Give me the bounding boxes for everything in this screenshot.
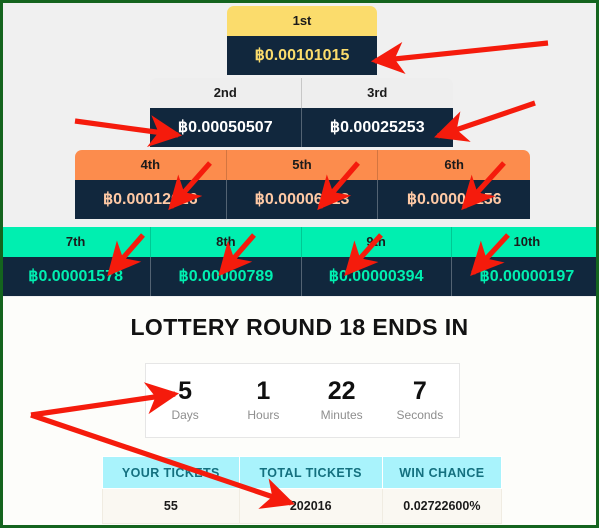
prize-amount-5th: ฿0.00006313 bbox=[226, 180, 379, 219]
prize-value-cell-7th[interactable]: ฿0.00001578 bbox=[3, 257, 152, 296]
round-title: LOTTERY ROUND 18 ENDS IN bbox=[130, 314, 469, 340]
prize-cell-2nd[interactable]: 2nd bbox=[150, 78, 302, 108]
prize-place-label: 6th bbox=[444, 157, 464, 172]
lottery-page: 1st ฿0.00101015 2nd 3rd ฿0.00050507 ฿0.0… bbox=[0, 0, 599, 528]
prize-amount-2nd: ฿0.00050507 bbox=[150, 108, 302, 147]
prize-tier-4-values: ฿0.00001578 ฿0.00000789 ฿0.00000394 ฿0.0… bbox=[3, 257, 596, 296]
cell-win-chance: 0.02722600% bbox=[381, 488, 503, 524]
prize-tier-3: 4th 5th 6th ฿0.00012626 ฿0.00006313 ฿0.0… bbox=[75, 150, 531, 219]
prize-value-cell-9th[interactable]: ฿0.00000394 bbox=[301, 257, 452, 296]
countdown-label-days: Days bbox=[171, 408, 199, 422]
prize-cell-8th[interactable]: 8th bbox=[151, 227, 302, 257]
countdown-label-seconds: Seconds bbox=[396, 408, 444, 422]
countdown-value-minutes: 22 bbox=[327, 377, 356, 405]
table-header-row: YOUR TICKETS TOTAL TICKETS WIN CHANCE bbox=[102, 456, 503, 489]
prize-cell-7th[interactable]: 7th bbox=[3, 227, 152, 257]
prize-value-cell-8th[interactable]: ฿0.00000789 bbox=[151, 257, 302, 296]
prize-amount-6th: ฿0.00003156 bbox=[378, 180, 531, 219]
prize-place-label: 4th bbox=[75, 150, 227, 180]
tickets-table: YOUR TICKETS TOTAL TICKETS WIN CHANCE 55… bbox=[102, 456, 503, 524]
countdown-label-minutes: Minutes bbox=[320, 408, 363, 422]
prize-value-cell-6th[interactable]: ฿0.00003156 bbox=[378, 180, 531, 219]
countdown-value-days: 5 bbox=[178, 377, 193, 405]
prize-tier-2: 2nd 3rd ฿0.00050507 ฿0.00025253 bbox=[150, 78, 453, 147]
prize-amount-4th: ฿0.00012626 bbox=[75, 180, 227, 219]
prize-place-label: 1st bbox=[292, 13, 312, 28]
header-your-tickets: YOUR TICKETS bbox=[102, 456, 240, 489]
table-row: 55 202016 0.02722600% bbox=[102, 488, 503, 524]
prize-tier-1: 1st ฿0.00101015 bbox=[227, 6, 377, 75]
prize-place-label: 9th bbox=[302, 227, 452, 257]
prize-value-cell-2nd[interactable]: ฿0.00050507 bbox=[150, 108, 302, 147]
countdown-timer: 5 Days 1 Hours 22 Minutes 7 Seconds bbox=[145, 363, 460, 438]
prize-tier-3-headers: 4th 5th 6th bbox=[75, 150, 530, 180]
prize-amount-8th: ฿0.00000789 bbox=[151, 257, 302, 296]
prize-tier-3-values: ฿0.00012626 ฿0.00006313 ฿0.00003156 bbox=[75, 180, 531, 219]
prize-tier-1-values: ฿0.00101015 bbox=[227, 36, 377, 75]
prize-value-cell-10th[interactable]: ฿0.00000197 bbox=[451, 257, 596, 296]
countdown-unit-minutes: 22 Minutes bbox=[303, 376, 381, 425]
prize-cell-10th[interactable]: 10th bbox=[452, 227, 596, 257]
prize-value-cell-1st[interactable]: ฿0.00101015 bbox=[227, 36, 377, 75]
prize-amount-7th: ฿0.00001578 bbox=[3, 257, 152, 296]
countdown-value-seconds: 7 bbox=[412, 377, 427, 405]
countdown-unit-hours: 1 Hours bbox=[224, 376, 302, 425]
countdown-unit-days: 5 Days bbox=[146, 376, 224, 425]
prize-cell-5th[interactable]: 5th bbox=[227, 150, 379, 180]
prize-amount-3rd: ฿0.00025253 bbox=[301, 108, 453, 147]
prize-tier-4: 7th 8th 9th 10th ฿0.00001578 ฿0.00000789 bbox=[3, 227, 596, 296]
prize-place-label: 10th bbox=[513, 234, 541, 249]
cell-total-tickets: 202016 bbox=[238, 488, 383, 524]
prize-place-label: 5th bbox=[227, 150, 379, 180]
prize-tier-2-headers: 2nd 3rd bbox=[150, 78, 453, 108]
prize-value-cell-4th[interactable]: ฿0.00012626 bbox=[75, 180, 227, 219]
prize-cell-4th[interactable]: 4th bbox=[75, 150, 227, 180]
round-info-section: LOTTERY ROUND 18 ENDS IN 5 Days 1 Hours … bbox=[3, 297, 596, 525]
prize-cell-6th[interactable]: 6th bbox=[378, 150, 530, 180]
prize-place-label: 8th bbox=[151, 227, 302, 257]
header-total-tickets: TOTAL TICKETS bbox=[238, 456, 383, 489]
prize-cell-1st[interactable]: 1st bbox=[227, 6, 377, 36]
prize-place-label: 7th bbox=[3, 227, 152, 257]
prize-cell-9th[interactable]: 9th bbox=[302, 227, 452, 257]
cell-your-tickets: 55 bbox=[102, 488, 240, 524]
prize-amount-9th: ฿0.00000394 bbox=[301, 257, 452, 296]
prize-place-label: 2nd bbox=[150, 78, 302, 108]
countdown-value-hours: 1 bbox=[256, 377, 271, 405]
prize-place-label: 3rd bbox=[367, 85, 388, 100]
countdown-label-hours: Hours bbox=[247, 408, 280, 422]
prize-cell-3rd[interactable]: 3rd bbox=[302, 78, 454, 108]
countdown-unit-seconds: 7 Seconds bbox=[381, 376, 459, 425]
prize-pyramid: 1st ฿0.00101015 2nd 3rd ฿0.00050507 ฿0.0… bbox=[3, 3, 596, 297]
prize-tier-1-headers: 1st bbox=[227, 6, 377, 36]
header-win-chance: WIN CHANCE bbox=[381, 456, 503, 489]
prize-value-cell-3rd[interactable]: ฿0.00025253 bbox=[301, 108, 453, 147]
prize-tier-4-headers: 7th 8th 9th 10th bbox=[3, 227, 596, 257]
prize-amount-10th: ฿0.00000197 bbox=[451, 257, 596, 296]
prize-amount-1st: ฿0.00101015 bbox=[227, 36, 377, 75]
prize-value-cell-5th[interactable]: ฿0.00006313 bbox=[226, 180, 379, 219]
prize-tier-2-values: ฿0.00050507 ฿0.00025253 bbox=[150, 108, 453, 147]
